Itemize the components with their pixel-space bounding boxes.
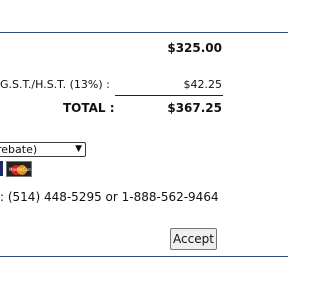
mastercard-icon: MasterCard <box>6 161 32 177</box>
contact-phone: : (514) 448-5295 or 1-888-562-9464 <box>0 190 219 204</box>
bottom-divider <box>0 256 288 257</box>
top-divider <box>0 32 288 33</box>
total-label: TOTAL : <box>63 101 115 115</box>
visa-card-icon <box>0 161 3 176</box>
total-value: $367.25 <box>167 101 222 115</box>
chevron-down-icon: ▼ <box>75 144 82 154</box>
accept-button[interactable]: Accept <box>170 228 217 250</box>
tax-value: $42.25 <box>183 78 223 91</box>
rebate-select[interactable]: rebate) ▼ <box>0 142 86 157</box>
order-summary-frame: $325.00 G.S.T./H.S.T. (13%) : $42.25 TOT… <box>0 0 288 288</box>
rebate-select-value: rebate) <box>0 143 38 156</box>
sum-line <box>115 95 223 96</box>
tax-label: G.S.T./H.S.T. (13%) : <box>0 78 110 91</box>
mastercard-logo-text: MasterCard <box>9 167 32 172</box>
subtotal-value: $325.00 <box>167 41 222 55</box>
